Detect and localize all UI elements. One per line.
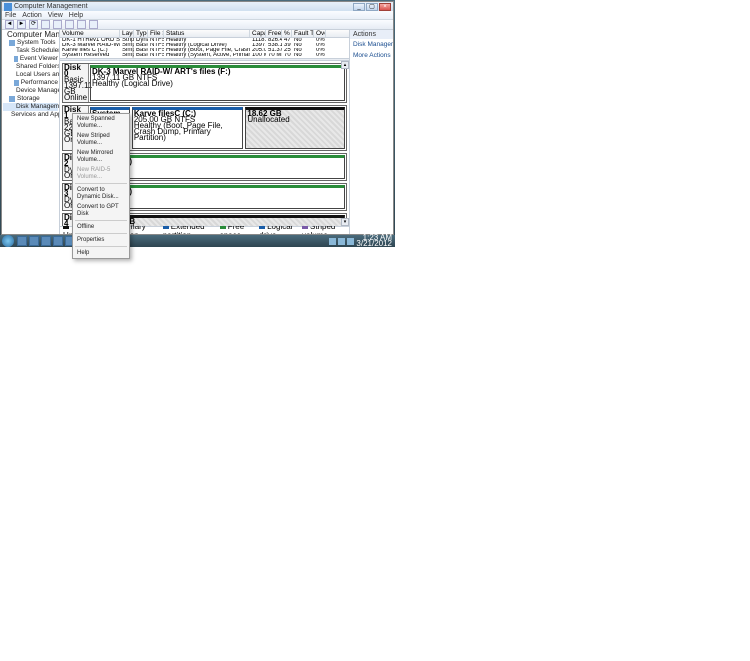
col-header[interactable]: File System <box>148 30 164 37</box>
forward-button[interactable]: ► <box>17 20 26 29</box>
actions-pane: Actions Disk Management More Actions <box>349 30 393 234</box>
col-header[interactable]: Status <box>164 30 250 37</box>
tool-button-1[interactable] <box>41 20 50 29</box>
context-menu-item[interactable]: Properties <box>73 235 129 245</box>
window-title: Computer Management <box>14 3 353 10</box>
taskbar[interactable]: 1:23 AM 3/21/2012 <box>0 235 395 247</box>
tool-button-2[interactable] <box>53 20 62 29</box>
tree-root[interactable]: Computer Management (Local) <box>3 31 58 39</box>
context-menu-item[interactable]: New Mirrored Volume... <box>73 148 129 165</box>
tree-icon <box>14 80 19 86</box>
tray-icon-2[interactable] <box>338 238 345 245</box>
tree-item[interactable]: Task Scheduler <box>3 47 58 55</box>
tree-item[interactable]: System Tools <box>3 39 58 47</box>
context-menu: New Spanned Volume...New Striped Volume.… <box>72 113 130 259</box>
context-menu-item[interactable]: New Spanned Volume... <box>73 114 129 131</box>
col-header[interactable]: Overhe <box>314 30 326 37</box>
actions-item-disk[interactable]: Disk Management <box>350 39 393 50</box>
scroll-down[interactable]: ▾ <box>341 218 349 226</box>
context-menu-item: New RAID-5 Volume... <box>73 165 129 182</box>
context-menu-item[interactable]: New Striped Volume... <box>73 131 129 148</box>
app-icon <box>4 3 12 11</box>
col-header[interactable]: % Free <box>282 30 292 37</box>
menu-view[interactable]: View <box>48 11 63 19</box>
menu-file[interactable]: File <box>5 11 16 19</box>
tool-button-4[interactable] <box>77 20 86 29</box>
maximize-button[interactable]: ▢ <box>366 3 378 11</box>
menu-help[interactable]: Help <box>69 11 83 19</box>
menubar: File Action View Help <box>2 11 393 20</box>
col-header[interactable]: Layout <box>120 30 134 37</box>
tree-icon <box>9 96 15 102</box>
tree-item[interactable]: Shared Folders <box>3 63 58 71</box>
tree-item[interactable]: Event Viewer <box>3 55 58 63</box>
disk-info[interactable]: Disk 0Basic1397.11 GBOnline <box>63 64 89 102</box>
actions-header: Actions <box>350 30 393 39</box>
taskbar-icon-3[interactable] <box>41 236 51 246</box>
context-menu-item[interactable]: Offline <box>73 222 129 232</box>
tray-icon-1[interactable] <box>329 238 336 245</box>
tree-icon <box>14 56 18 62</box>
minimize-button[interactable]: _ <box>353 3 365 11</box>
volume-grid-header[interactable]: VolumeLayoutTypeFile SystemStatusCapacit… <box>60 30 349 38</box>
partition[interactable]: 18.62 GBUnallocated <box>245 107 345 149</box>
partition[interactable]: DK-3 Marvel RAID-W/ ART's files (F:)1397… <box>90 65 345 101</box>
partition[interactable]: Karve filesC (C:)205.00 GB NTFSHealthy (… <box>132 107 244 149</box>
taskbar-icon-2[interactable] <box>29 236 39 246</box>
tree-icon <box>9 40 15 46</box>
refresh-button[interactable]: ⟳ <box>29 20 38 29</box>
tree-item[interactable]: Storage <box>3 95 58 103</box>
tree-item[interactable]: Disk Management <box>3 103 58 111</box>
back-button[interactable]: ◄ <box>5 20 14 29</box>
tool-button-3[interactable] <box>65 20 74 29</box>
context-menu-item[interactable]: Help <box>73 248 129 258</box>
volume-grid[interactable]: DK-1 HTRev1 ORD Scratch files (I:)Stripe… <box>60 38 349 58</box>
tray-icon-3[interactable] <box>347 238 354 245</box>
start-button[interactable] <box>2 235 14 247</box>
tree-item[interactable]: Device Manager <box>3 87 58 95</box>
actions-item-more[interactable]: More Actions <box>350 50 393 61</box>
tree-item[interactable]: Services and Applications <box>3 111 58 119</box>
col-header[interactable]: Capacity <box>250 30 266 37</box>
tree-item[interactable]: Local Users and... <box>3 71 58 79</box>
computer-management-window: Computer Management _ ▢ × File Action Vi… <box>1 1 394 235</box>
tree-item[interactable]: Performance <box>3 79 58 87</box>
taskbar-icon-1[interactable] <box>17 236 27 246</box>
menu-action[interactable]: Action <box>22 11 41 19</box>
context-menu-item[interactable]: Convert to Dynamic Disk... <box>73 185 129 202</box>
close-button[interactable]: × <box>379 3 391 11</box>
context-menu-item[interactable]: Convert to GPT Disk <box>73 202 129 219</box>
nav-tree[interactable]: Computer Management (Local) System Tools… <box>2 30 60 234</box>
taskbar-icon-4[interactable] <box>53 236 63 246</box>
col-header[interactable]: Type <box>134 30 148 37</box>
col-header[interactable]: Free Space <box>266 30 282 37</box>
clock[interactable]: 1:23 AM 3/21/2012 <box>356 235 392 247</box>
col-header[interactable]: Volume <box>60 30 120 37</box>
toolbar: ◄ ► ⟳ <box>2 20 393 30</box>
scroll-up[interactable]: ▴ <box>341 61 349 69</box>
tool-button-5[interactable] <box>89 20 98 29</box>
col-header[interactable]: Fault Tolerance <box>292 30 314 37</box>
disk-row[interactable]: Disk 0Basic1397.11 GBOnlineDK-3 Marvel R… <box>62 63 347 103</box>
titlebar[interactable]: Computer Management _ ▢ × <box>2 2 393 11</box>
